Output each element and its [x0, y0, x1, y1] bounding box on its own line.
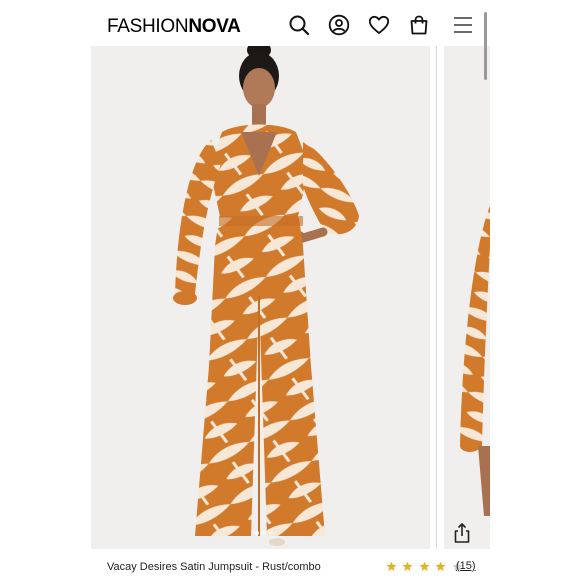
share-icon[interactable]: [451, 522, 473, 544]
gallery-dot[interactable]: [255, 531, 259, 535]
brand-logo-part2: NOVA: [188, 16, 241, 37]
rating-stars[interactable]: [386, 559, 464, 577]
scrollbar[interactable]: [484, 12, 487, 80]
star-full-icon: [402, 561, 413, 572]
gallery-divider: [436, 46, 437, 549]
product-info-bar: Vacay Desires Satin Jumpsuit - Rust/comb…: [91, 549, 490, 580]
review-count-link[interactable]: (15): [456, 560, 476, 572]
gallery-dot[interactable]: [262, 531, 266, 535]
model-illustration-peek: [444, 46, 490, 549]
gallery-gap: [430, 46, 444, 549]
star-full-icon: [386, 561, 397, 572]
model-illustration: [91, 46, 430, 549]
bag-icon[interactable]: [408, 14, 430, 36]
product-title: Vacay Desires Satin Jumpsuit - Rust/comb…: [107, 561, 321, 573]
product-page: FASHIONNOVA Vacay Desires Satin Jumpsuit…: [91, 0, 490, 580]
star-full-icon: [435, 561, 446, 572]
heart-icon[interactable]: [368, 14, 390, 36]
product-image-main[interactable]: [91, 46, 430, 549]
product-image-next[interactable]: [444, 46, 490, 549]
search-icon[interactable]: [288, 14, 310, 36]
brand-logo-part1: FASHION: [107, 16, 189, 37]
account-icon[interactable]: [328, 14, 350, 36]
menu-icon[interactable]: [452, 14, 474, 36]
brand-logo[interactable]: FASHIONNOVA: [107, 16, 241, 38]
gallery-dot[interactable]: [269, 531, 273, 535]
site-header: FASHIONNOVA: [91, 0, 490, 46]
star-full-icon: [419, 561, 430, 572]
